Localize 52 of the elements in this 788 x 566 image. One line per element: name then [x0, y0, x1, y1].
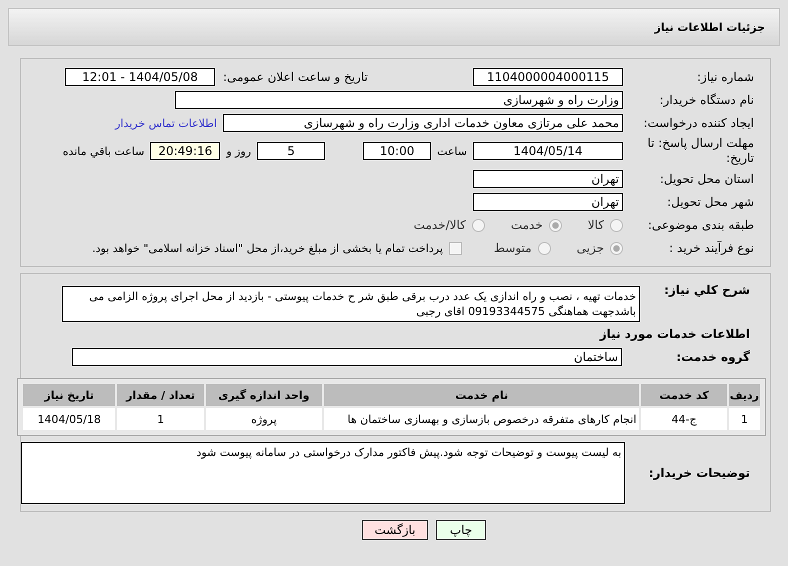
process-radio[interactable]: متوسط	[494, 241, 551, 255]
process-radio[interactable]: جزیی	[576, 241, 623, 255]
column-header: واحد اندازه گیری	[206, 384, 322, 406]
field-label: طبقه بندی موضوعی:	[646, 218, 755, 232]
page-title: جزئیات اطلاعات نیاز	[654, 20, 765, 34]
field-label: شرح کلي نياز:	[663, 283, 751, 297]
table-cell: ج-44	[641, 408, 727, 430]
category-radio[interactable]: كالا	[588, 218, 623, 232]
field-label: شماره نیاز:	[696, 70, 755, 84]
field-label: نام دستگاه خریدار:	[658, 93, 755, 107]
province-field[interactable]: تهران	[473, 170, 623, 188]
remaining-label: ساعت باقي مانده	[62, 144, 144, 158]
deadline-date-field[interactable]: 1404/05/14	[473, 142, 623, 160]
payment-checkbox[interactable]	[448, 242, 462, 254]
table-cell: پروژه	[206, 408, 322, 430]
back-button[interactable]: بازگشت	[362, 520, 428, 540]
table-cell: 1	[117, 408, 204, 430]
category-radio[interactable]: خدمت	[510, 218, 562, 232]
description-textarea[interactable]: خدمات تهیه ، نصب و راه اندازی یک عدد درب برقی طبق شر ح خدمات پیوستی - بازدید از محل اجرای پروژه الزامی می باشدجهت هماهنگی 09193344575 اقای رجبی	[62, 286, 640, 322]
city-field[interactable]: تهران	[473, 193, 623, 211]
column-header: تاریخ نیاز	[23, 384, 116, 406]
need-number-field[interactable]: 1104000004000115	[473, 68, 623, 86]
deadline-time-field[interactable]: 10:00	[363, 142, 432, 160]
category-radio[interactable]: كالا/خدمت	[414, 218, 485, 232]
buyer-contact-link[interactable]: اطلاعات تماس خریدار	[115, 116, 217, 130]
payment-text: پرداخت تمام یا بخشی از مبلغ خرید،از محل "اسناد خزانه اسلامی" خواهد بود.	[92, 242, 443, 254]
days-field[interactable]: 5	[257, 142, 326, 160]
column-header: ردیف	[728, 384, 760, 406]
field-label: گروه خدمت:	[675, 350, 751, 364]
buyer-org-field[interactable]: وزارت راه و شهرسازی	[175, 91, 623, 109]
creator-field[interactable]: محمد علی مرتازی معاون خدمات اداری وزارت راه و شهرسازی	[223, 114, 623, 132]
print-button[interactable]: چاپ	[436, 520, 486, 540]
field-label: مهلت ارسال پاسخ: تا تاریخ:	[646, 136, 755, 166]
column-header: نام خدمت	[324, 384, 640, 406]
field-label: توضیحات خریدار:	[648, 466, 751, 480]
field-label: تاریخ و ساعت اعلان عمومی:	[222, 70, 369, 84]
field-label: نوع فرآیند خرید :	[668, 241, 755, 255]
field-label: شهر محل تحویل:	[666, 195, 755, 209]
remaining-time-field: 20:49:16	[150, 142, 220, 160]
field-label: استان محل تحویل:	[658, 172, 755, 186]
announce-date-field[interactable]: 1404/05/08 - 12:01	[65, 68, 215, 86]
service-group-field[interactable]: ساختمان	[72, 348, 622, 366]
column-header: کد خدمت	[641, 384, 727, 406]
buyer-notes-textarea[interactable]: به لیست پیوست و توضیحات توجه شود.پیش فاکتور مدارک درخواستی در سامانه پیوست شود	[21, 442, 626, 504]
days-label: روز و	[226, 144, 252, 158]
table-cell: 1	[728, 408, 760, 430]
column-header: تعداد / مقدار	[117, 384, 204, 406]
table-cell: انجام کارهای متفرقه درخصوص بازسازی و بهسازی ساختمان ها	[324, 408, 640, 430]
section-heading: اطلاعات خدمات مورد نیاز	[600, 327, 751, 341]
time-label: ساعت	[437, 144, 467, 158]
field-label: ایجاد کننده درخواست:	[642, 116, 755, 130]
table-cell: 1404/05/18	[23, 408, 116, 430]
